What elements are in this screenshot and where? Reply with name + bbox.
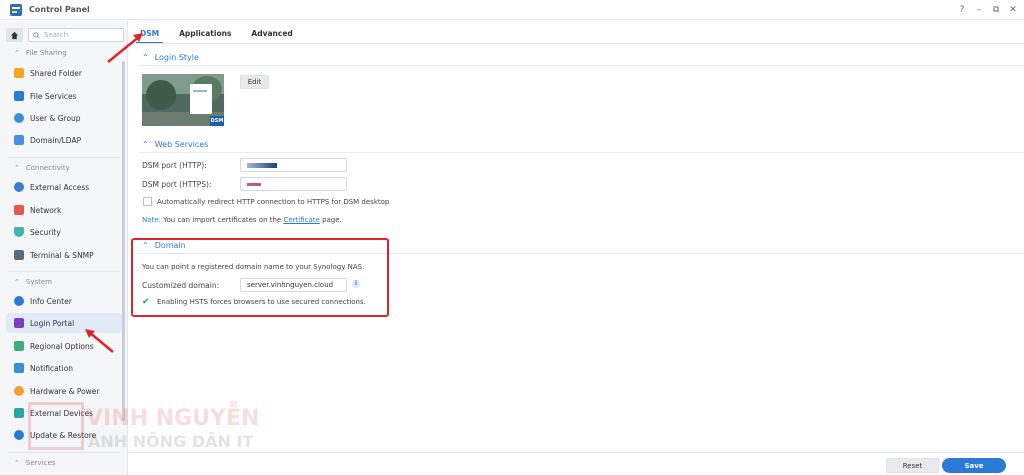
search-icon [33, 31, 40, 39]
search-input[interactable] [44, 31, 114, 39]
sidebar-item-terminal-snmp[interactable]: Terminal & SNMP [6, 245, 122, 265]
http-port-input[interactable] [240, 158, 347, 172]
https-port-label: DSM port (HTTPS): [142, 180, 212, 189]
tab-dsm[interactable]: DSM [136, 27, 164, 44]
section-divider [138, 65, 1024, 66]
sidebar-item-notification[interactable]: Notification [6, 358, 122, 378]
tab-applications[interactable]: Applications [175, 27, 235, 44]
login-style-thumbnail: DSM [142, 74, 224, 126]
help-button[interactable]: ? [957, 3, 967, 17]
tab-advanced[interactable]: Advanced [247, 27, 296, 44]
divider [8, 157, 120, 158]
sidebar-item-user-group[interactable]: User & Group [6, 108, 122, 128]
edit-button[interactable]: Edit [240, 75, 269, 89]
group-services[interactable]: ⌃ Services [14, 459, 55, 467]
hardware-power-icon [14, 386, 24, 396]
sidebar-item-hardware-power[interactable]: Hardware & Power [6, 381, 122, 401]
section-login-style[interactable]: ⌃ Login Style [142, 53, 199, 62]
network-icon [14, 205, 24, 215]
chevron-up-icon: ⌃ [142, 140, 149, 149]
sidebar-item-file-services[interactable]: File Services [6, 86, 122, 106]
section-web-services[interactable]: ⌃ Web Services [142, 140, 208, 149]
reset-button[interactable]: Reset [886, 458, 939, 473]
sidebar-item-external-access[interactable]: External Access [6, 177, 122, 197]
sidebar: ⌃ File Sharing Shared Folder File Servic… [0, 21, 128, 475]
redirect-https-label: Automatically redirect HTTP connection t… [157, 198, 390, 206]
divider [8, 271, 120, 272]
save-button[interactable]: Save [942, 458, 1006, 473]
close-button[interactable]: ✕ [1008, 3, 1018, 17]
home-button[interactable] [6, 28, 23, 42]
http-port-label: DSM port (HTTP): [142, 161, 207, 170]
search-box [28, 28, 124, 42]
group-file-sharing[interactable]: ⌃ File Sharing [14, 49, 67, 57]
group-connectivity[interactable]: ⌃ Connectivity [14, 164, 70, 172]
sidebar-item-login-portal[interactable]: Login Portal [6, 313, 122, 333]
certificate-note: Note: You can import certificates on the… [142, 216, 342, 224]
sidebar-item-network[interactable]: Network [6, 200, 122, 220]
shared-folder-icon [14, 68, 24, 78]
sidebar-item-info-center[interactable]: Info Center [6, 291, 122, 311]
chevron-up-icon: ⌃ [14, 278, 20, 286]
section-divider [138, 152, 1024, 153]
redacted-value [247, 182, 261, 186]
dsm-badge: DSM [210, 116, 224, 126]
external-access-icon [14, 182, 24, 192]
login-portal-icon [14, 318, 24, 328]
sidebar-item-update-restore[interactable]: Update & Restore [6, 425, 122, 445]
external-devices-icon [14, 408, 24, 418]
https-port-input[interactable] [240, 177, 347, 191]
regional-options-icon [14, 341, 24, 351]
chevron-up-icon: ⌃ [14, 49, 20, 57]
domain-ldap-icon [14, 135, 24, 145]
sidebar-item-security[interactable]: Security [6, 222, 122, 242]
file-services-icon [14, 91, 24, 101]
footer-divider [129, 452, 1024, 453]
sidebar-item-regional-options[interactable]: Regional Options [6, 336, 122, 356]
window-title: Control Panel [29, 5, 90, 14]
sidebar-item-shared-folder[interactable]: Shared Folder [6, 63, 122, 83]
redirect-https-checkbox[interactable] [143, 197, 152, 206]
info-center-icon [14, 296, 24, 306]
terminal-icon [14, 250, 24, 260]
user-group-icon [14, 113, 24, 123]
restore-button[interactable]: ⧉ [991, 3, 1001, 17]
sidebar-item-external-devices[interactable]: External Devices [6, 403, 122, 423]
sidebar-scrollbar[interactable] [122, 61, 125, 421]
update-restore-icon [14, 430, 24, 440]
minimize-button[interactable]: – [974, 3, 984, 17]
tab-divider [129, 43, 1024, 44]
home-icon [10, 31, 19, 39]
notification-icon [14, 363, 24, 373]
redacted-value [247, 162, 277, 168]
chevron-up-icon: ⌃ [14, 459, 20, 467]
title-bar: Control Panel ? – ⧉ ✕ [0, 0, 1024, 20]
chevron-up-icon: ⌃ [142, 53, 149, 62]
group-system[interactable]: ⌃ System [14, 278, 52, 286]
annotation-highlight-box [131, 238, 389, 317]
security-icon [14, 227, 24, 237]
tab-bar: DSM Applications Advanced [136, 27, 297, 44]
chevron-up-icon: ⌃ [14, 164, 20, 172]
divider [8, 452, 120, 453]
control-panel-icon [10, 3, 22, 16]
sidebar-item-domain-ldap[interactable]: Domain/LDAP [6, 130, 122, 150]
certificate-link[interactable]: Certificate [283, 216, 319, 224]
